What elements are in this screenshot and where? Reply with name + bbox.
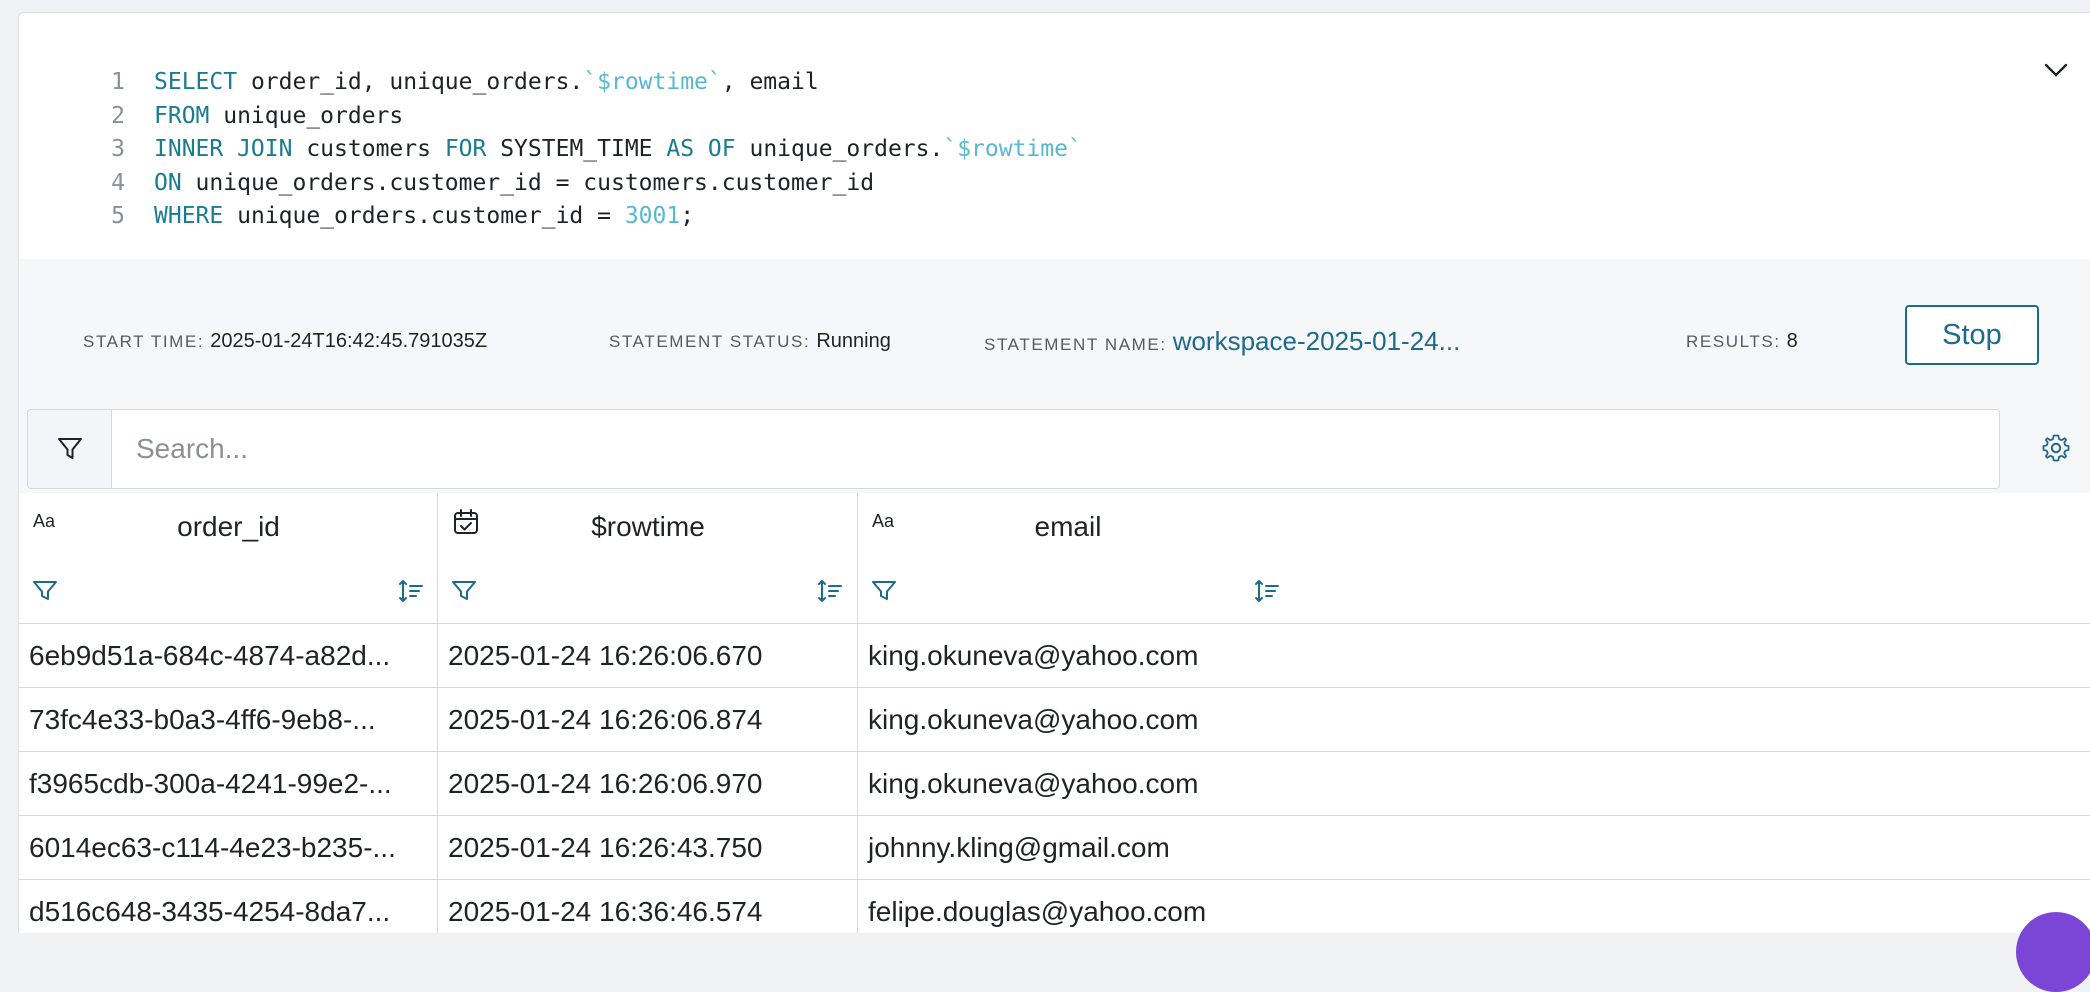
sql-keyword: WHERE	[154, 203, 224, 229]
column-filter-icon[interactable]	[450, 577, 478, 605]
line-number: 3	[111, 136, 125, 162]
sql-keyword: FOR	[444, 136, 487, 162]
column-name[interactable]: order_id	[19, 505, 438, 549]
cell-rowtime: 2025-01-24 16:26:06.874	[438, 688, 858, 751]
line-number: 4	[111, 169, 125, 196]
statement-status-bar: START TIME: 2025-01-24T16:42:45.791035Z S…	[19, 259, 2090, 393]
cell-order-id: f3965cdb-300a-4241-99e2-...	[19, 752, 438, 815]
line-number: 1	[111, 69, 125, 95]
statement-status: STATEMENT STATUS: Running	[609, 325, 891, 357]
sql-literal: `$rowtime`	[583, 69, 722, 95]
column-header-rowtime: $rowtime	[438, 493, 858, 623]
stop-button[interactable]: Stop	[1905, 305, 2039, 365]
sql-text: , email	[721, 69, 819, 95]
cell-order-id: 73fc4e33-b0a3-4ff6-9eb8-...	[19, 688, 438, 751]
sql-text: order_id, unique_orders.	[237, 69, 584, 95]
table-row[interactable]: 6014ec63-c114-4e23-b235-... 2025-01-24 16…	[19, 816, 2090, 880]
line-number: 2	[111, 102, 125, 129]
sql-text: unique_orders	[209, 102, 404, 129]
results-table: Aa order_id $rowtime Aa email 6eb9d51a-6…	[19, 493, 2090, 933]
table-row[interactable]: f3965cdb-300a-4241-99e2-... 2025-01-24 16…	[19, 752, 2090, 816]
help-avatar[interactable]	[2016, 912, 2090, 992]
sql-text: unique_orders.customer_id = customers.cu…	[181, 169, 875, 196]
column-filter-icon[interactable]	[870, 577, 898, 605]
line-number: 5	[111, 203, 125, 229]
search-input[interactable]	[112, 410, 1992, 488]
cell-order-id: 6014ec63-c114-4e23-b235-...	[19, 816, 438, 879]
results-value: 8	[1786, 330, 1798, 352]
gear-icon[interactable]	[2041, 433, 2071, 463]
table-row[interactable]: 6eb9d51a-684c-4874-a82d... 2025-01-24 16:…	[19, 624, 2090, 688]
column-name[interactable]: $rowtime	[438, 505, 858, 549]
sql-keyword: SELECT	[154, 69, 238, 95]
sql-keyword: ON	[154, 169, 182, 196]
statement-name-label: STATEMENT NAME:	[984, 335, 1167, 354]
column-sort-icon[interactable]	[397, 577, 425, 605]
column-sort-icon[interactable]	[1253, 577, 1281, 605]
cell-rowtime: 2025-01-24 16:26:06.970	[438, 752, 858, 815]
sql-text: ;	[680, 203, 695, 229]
cell-email: king.okuneva@yahoo.com	[868, 704, 1199, 735]
cell-email: johnny.kling@gmail.com	[868, 832, 1170, 863]
table-row[interactable]: 73fc4e33-b0a3-4ff6-9eb8-... 2025-01-24 16…	[19, 688, 2090, 752]
column-header-email: Aa email	[858, 493, 2090, 623]
cell-rowtime: 2025-01-24 16:26:06.670	[438, 624, 858, 687]
sql-text: unique_orders.	[735, 136, 944, 162]
start-time-value: 2025-01-24T16:42:45.791035Z	[210, 330, 488, 352]
statement-name: STATEMENT NAME: workspace-2025-01-24...	[984, 325, 1460, 357]
results-count: RESULTS: 8	[1686, 325, 1798, 357]
column-header-order-id: Aa order_id	[19, 493, 438, 623]
line-text: SELECT order_id, unique_orders.`$rowtime…	[154, 65, 819, 99]
cell-email: king.okuneva@yahoo.com	[868, 768, 1199, 799]
cell-email: felipe.douglas@yahoo.com	[868, 896, 1207, 927]
search-box	[27, 409, 2000, 489]
cell-order-id: d516c648-3435-4254-8da7...	[19, 880, 438, 933]
cell-order-id: 6eb9d51a-684c-4874-a82d...	[19, 624, 438, 687]
sql-keyword: INNER JOIN	[154, 136, 293, 162]
cell-email: king.okuneva@yahoo.com	[868, 640, 1199, 671]
statement-status-value: Running	[816, 330, 891, 352]
line-text: INNER JOIN customers FOR SYSTEM_TIME AS …	[154, 132, 1082, 166]
search-filter-button[interactable]	[28, 410, 112, 488]
sql-text: SYSTEM_TIME	[486, 136, 667, 162]
search-row	[19, 393, 2090, 493]
cell-rowtime: 2025-01-24 16:36:46.574	[438, 880, 858, 933]
sql-text: unique_orders.customer_id =	[223, 203, 625, 229]
line-text: ON unique_orders.customer_id = customers…	[154, 166, 874, 200]
query-panel: 1 SELECT order_id, unique_orders.`$rowtim…	[18, 12, 2090, 933]
cell-rowtime: 2025-01-24 16:26:43.750	[438, 816, 858, 879]
sql-keyword: FROM	[154, 102, 210, 129]
statement-name-link[interactable]: workspace-2025-01-24...	[1173, 326, 1461, 356]
line-text: WHERE unique_orders.customer_id = 3001;	[154, 199, 694, 233]
sql-keyword: AS OF	[666, 136, 736, 162]
column-sort-icon[interactable]	[816, 577, 844, 605]
sql-text: customers	[292, 136, 445, 162]
start-time-label: START TIME:	[83, 332, 205, 351]
chevron-down-icon[interactable]	[2039, 53, 2073, 87]
results-label: RESULTS:	[1686, 332, 1781, 351]
line-text: FROM unique_orders	[154, 99, 403, 133]
filter-icon	[57, 438, 82, 459]
statement-status-label: STATEMENT STATUS:	[609, 332, 811, 351]
column-name[interactable]: email	[858, 505, 1278, 549]
sql-literal: 3001	[624, 203, 681, 229]
start-time: START TIME: 2025-01-24T16:42:45.791035Z	[83, 325, 487, 357]
sql-literal: `$rowtime`	[943, 136, 1082, 162]
sql-editor[interactable]: 1 SELECT order_id, unique_orders.`$rowtim…	[19, 13, 2090, 259]
table-row[interactable]: d516c648-3435-4254-8da7... 2025-01-24 16:…	[19, 880, 2090, 933]
column-filter-icon[interactable]	[31, 577, 59, 605]
